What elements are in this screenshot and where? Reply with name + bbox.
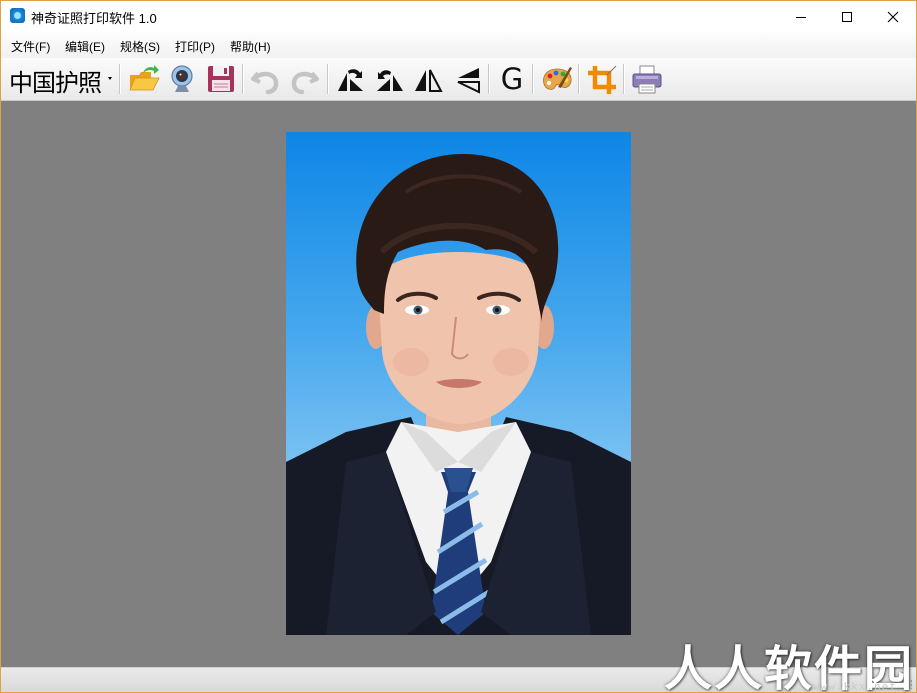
flip-horizontal-button[interactable] (411, 63, 445, 95)
flip-vertical-button[interactable] (450, 63, 484, 95)
toolbar-separator (578, 64, 580, 94)
flip-horizontal-icon (415, 69, 443, 92)
menu-spec[interactable]: 规格(S) (120, 38, 160, 55)
id-photo[interactable] (286, 132, 631, 635)
save-button[interactable] (204, 63, 238, 95)
menu-print[interactable]: 打印(P) (175, 38, 215, 55)
menu-edit[interactable]: 编辑(E) (65, 38, 105, 55)
print-button[interactable] (630, 63, 664, 95)
open-button[interactable] (127, 63, 161, 95)
crop-icon (588, 65, 617, 94)
toolbar-separator (242, 64, 244, 94)
menu-bar: 文件(F) 编辑(E) 规格(S) 打印(P) 帮助(H) (1, 32, 916, 58)
dropdown-arrow-icon (108, 77, 112, 80)
camera-button[interactable] (165, 63, 199, 95)
id-photo-image (286, 153, 631, 635)
app-logo-icon (10, 8, 25, 23)
window-title: 神奇证照打印软件 1.0 (31, 11, 157, 26)
save-disk-icon (208, 66, 234, 92)
maximize-icon (842, 11, 852, 22)
redo-button[interactable] (287, 63, 321, 95)
open-folder-icon (129, 65, 160, 91)
webcam-icon (171, 65, 193, 92)
undo-button[interactable] (249, 63, 283, 95)
minimize-icon (796, 16, 806, 18)
toolbar-separator (327, 64, 329, 94)
redo-icon (291, 71, 319, 95)
maximize-button[interactable] (824, 1, 870, 32)
menu-file[interactable]: 文件(F) (11, 38, 50, 55)
flip-vertical-icon (457, 68, 480, 94)
rotate-right-icon (377, 70, 403, 91)
grayscale-button[interactable]: G (495, 63, 529, 95)
rotate-left-icon (338, 69, 363, 91)
title-bar: 神奇证照打印软件 1.0 (1, 1, 916, 32)
image-canvas[interactable] (1, 101, 916, 667)
toolbar-separator (119, 64, 121, 94)
color-adjust-button[interactable] (540, 63, 574, 95)
app-window: 神奇证照打印软件 1.0 文件(F) 编辑(E) 规格(S) 打印(P) 帮助(… (0, 0, 917, 693)
toolbar-separator (532, 64, 534, 94)
undo-icon (251, 71, 279, 95)
spec-preset-value: 中国护照 (9, 69, 102, 97)
close-icon (887, 11, 899, 22)
watermark-url: www.kkx.net (813, 680, 897, 693)
rotate-right-button[interactable] (373, 63, 407, 95)
toolbar-separator (488, 64, 490, 94)
minimize-button[interactable] (778, 1, 824, 32)
toolbar-separator (623, 64, 625, 94)
rotate-left-button[interactable] (334, 63, 368, 95)
crop-button[interactable] (585, 63, 619, 95)
close-button[interactable] (870, 1, 916, 32)
grayscale-g-icon: G (500, 62, 524, 96)
menu-help[interactable]: 帮助(H) (230, 38, 271, 55)
toolbar: 中国护照 G (1, 58, 916, 101)
printer-icon (632, 65, 662, 94)
palette-icon (543, 67, 572, 90)
